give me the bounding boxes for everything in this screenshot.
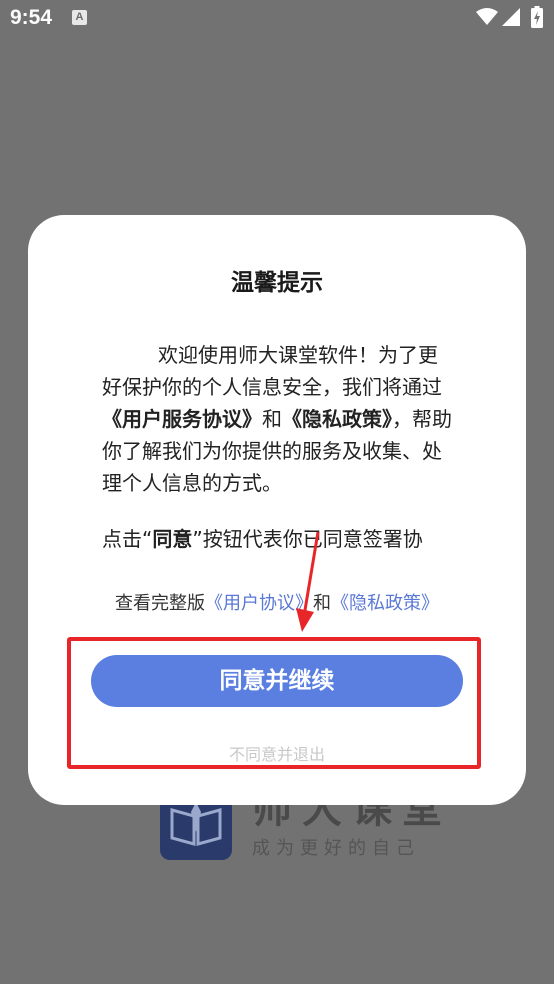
status-bar: 9:54 A <box>0 0 554 40</box>
links-prefix: 查看完整版 <box>115 593 205 614</box>
app-slogan: 成为更好的自己 <box>252 838 420 859</box>
and-text: 和 <box>262 407 282 431</box>
user-agreement-mention: 《用户服务协议》 <box>102 407 262 431</box>
dialog-body: 欢迎使用师大课堂软件！为了更好保护你的个人信息安全，我们将通过《用户服务协议》和… <box>102 339 452 499</box>
wifi-icon <box>476 8 498 25</box>
privacy-policy-link[interactable]: 《隐私政策》 <box>331 593 439 614</box>
full-documents-line: 查看完整版《用户协议》和《隐私政策》 <box>28 589 526 615</box>
body-prefix: 欢迎使用师大课堂软件！为了更好保护你的个人信息安全，我们将通过 <box>102 343 442 399</box>
consent-bold: 同意 <box>152 527 193 551</box>
notification-icon: A <box>72 10 87 25</box>
book-pen-icon <box>170 802 222 846</box>
consent-text: 点击“同意”按钮代表你已同意签署协 <box>102 523 472 555</box>
status-time: 9:54 <box>10 6 53 29</box>
dialog-title: 温馨提示 <box>231 270 323 296</box>
annotation-highlight-box <box>67 637 481 769</box>
annotation-arrow <box>296 531 320 632</box>
signal-icon <box>502 8 520 26</box>
battery-charging-icon <box>531 6 543 28</box>
consent-prefix: 点击“ <box>102 527 153 551</box>
privacy-policy-mention: 《隐私政策》 <box>282 407 392 431</box>
